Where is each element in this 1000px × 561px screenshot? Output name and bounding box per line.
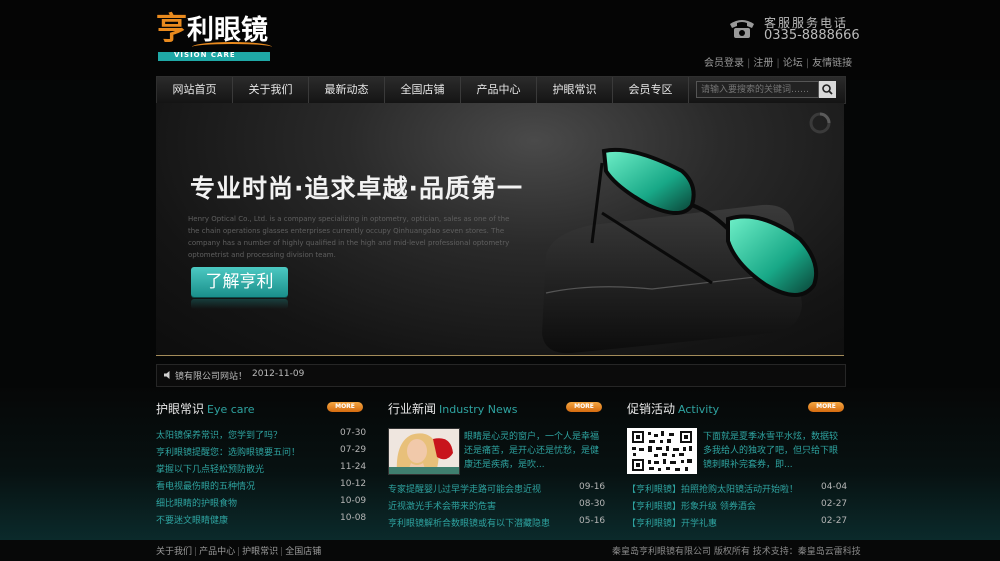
news-intro[interactable]: 眼睛是心灵的窗户，一个人是幸福还是痛苦，是开心还是忧愁，是健康还是疾病，是吹..… bbox=[464, 430, 604, 472]
search-button[interactable] bbox=[819, 81, 836, 98]
banner-title: 专业时尚·追求卓越·品质第一 bbox=[190, 174, 523, 203]
top-links: 会员登录 | 注册 | 论坛 | 友情链接 bbox=[704, 58, 853, 69]
copyright-text: 秦皇岛亨利眼镜有限公司 版权所有 技术支持：秦皇岛云雷科技 bbox=[612, 547, 861, 557]
search-box bbox=[696, 81, 838, 98]
nav-about[interactable]: 关于我们 bbox=[233, 77, 309, 103]
footer: 关于我们 | 产品中心 | 护眼常识 | 全国店铺 秦皇岛亨利眼镜有限公司 版权所有 技术支… bbox=[0, 540, 1000, 561]
speaker-icon bbox=[164, 371, 170, 379]
footer-link-eye-care[interactable]: 护眼常识 bbox=[242, 547, 278, 557]
button-reflection bbox=[191, 299, 288, 309]
nav-stores[interactable]: 全国店铺 bbox=[385, 77, 461, 103]
footer-link-about[interactable]: 关于我们 bbox=[156, 547, 192, 557]
banner-description: Henry Optical Co., Ltd. is a company spe… bbox=[188, 215, 510, 259]
search-icon bbox=[822, 84, 833, 95]
register-link[interactable]: 注册 bbox=[753, 58, 773, 69]
login-link[interactable]: 会员登录 bbox=[704, 58, 744, 69]
announcement-bar: 镜有限公司网站！ 2012-11-09 bbox=[156, 364, 846, 387]
nav-news[interactable]: 最新动态 bbox=[309, 77, 385, 103]
eye-care-more-button[interactable]: MORE bbox=[327, 402, 363, 412]
header: 亨利眼镜 VISION CARE 客服服务电话 0335-8888666 会员登… bbox=[0, 0, 1000, 80]
news-photo[interactable] bbox=[388, 428, 460, 475]
nav-products[interactable]: 产品中心 bbox=[461, 77, 537, 103]
section-heading: 护眼常识 Eye care bbox=[156, 402, 255, 416]
logo[interactable]: 亨利眼镜 VISION CARE bbox=[152, 10, 276, 64]
friend-links-link[interactable]: 友情链接 bbox=[812, 58, 852, 69]
nav-eye-care[interactable]: 护眼常识 bbox=[537, 77, 613, 103]
forum-link[interactable]: 论坛 bbox=[783, 58, 803, 69]
qr-code-image[interactable] bbox=[627, 428, 697, 474]
customer-service-phone: 客服服务电话 0335-8888666 bbox=[728, 14, 860, 44]
eyeglasses-case-image bbox=[542, 147, 819, 354]
footer-link-products[interactable]: 产品中心 bbox=[199, 547, 235, 557]
logo-tagline: VISION CARE bbox=[158, 51, 270, 61]
service-phone-number: 0335-8888666 bbox=[764, 28, 860, 43]
nav-home[interactable]: 网站首页 bbox=[157, 77, 233, 103]
search-input[interactable] bbox=[696, 81, 819, 98]
footer-link-stores[interactable]: 全国店铺 bbox=[285, 547, 321, 557]
footer-links: 关于我们 | 产品中心 | 护眼常识 | 全国店铺 bbox=[156, 547, 322, 557]
hero-banner: 专业时尚·追求卓越·品质第一 Henry Optical Co., Ltd. i… bbox=[156, 103, 844, 356]
section-heading: 行业新闻 Industry News bbox=[388, 402, 518, 416]
telephone-icon bbox=[730, 20, 754, 38]
learn-more-button[interactable]: 了解亨利 bbox=[191, 267, 288, 297]
section-heading: 促销活动 Activity bbox=[627, 402, 720, 416]
announcement-text[interactable]: 镜有限公司网站！ bbox=[175, 369, 247, 382]
promotion-intro[interactable]: 下面就是夏季冰雪平水炫，数据较多我给人的独攻了吧，但只给下眼镜刺眼补完套券，即.… bbox=[703, 430, 845, 472]
promotions-more-button[interactable]: MORE bbox=[808, 402, 844, 412]
nav-members[interactable]: 会员专区 bbox=[613, 77, 689, 103]
main-nav: 网站首页 关于我们 最新动态 全国店铺 产品中心 护眼常识 会员专区 bbox=[156, 76, 846, 104]
loading-spinner-icon bbox=[809, 112, 831, 134]
woman-portrait-image bbox=[389, 429, 459, 474]
announcement-date: 2012-11-09 bbox=[252, 369, 305, 379]
industry-news-more-button[interactable]: MORE bbox=[566, 402, 602, 412]
